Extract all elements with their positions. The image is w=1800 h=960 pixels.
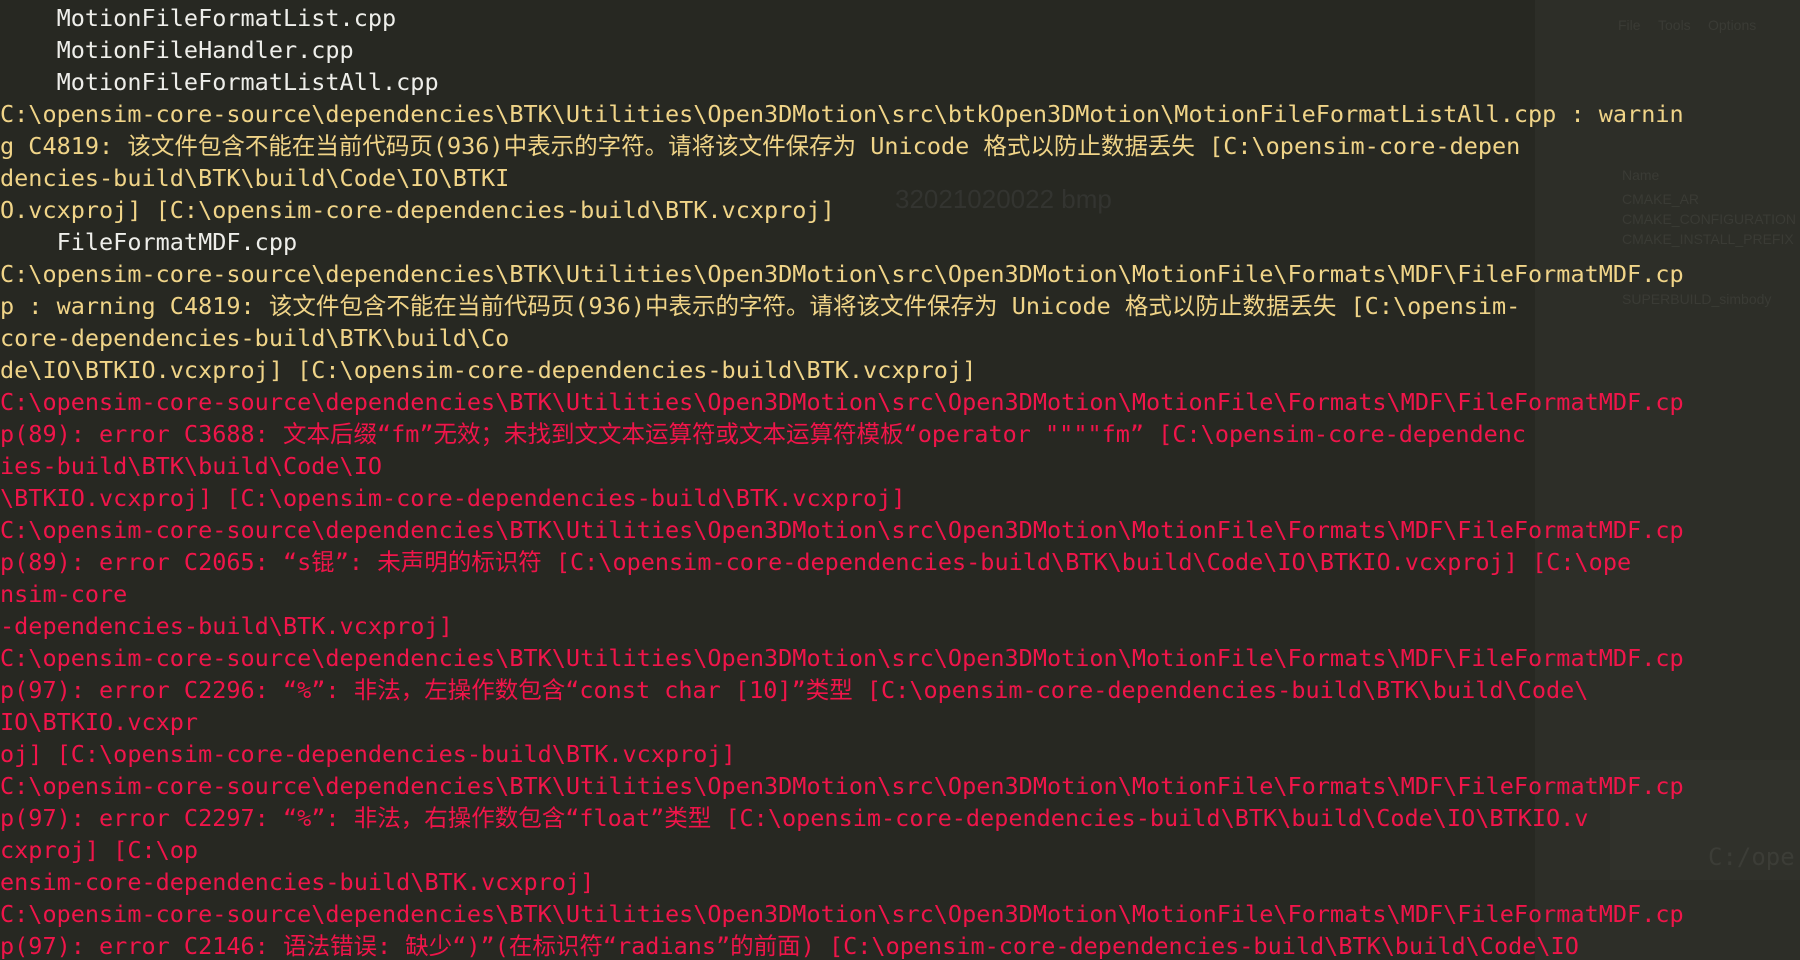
console-error-line: C:\opensim-core-source\dependencies\BTK\… <box>0 516 1684 544</box>
console-error-line: C:\opensim-core-source\dependencies\BTK\… <box>0 900 1684 928</box>
console-warning-line: dencies-build\BTK\build\Code\IO\BTKI <box>0 164 510 192</box>
console-error-line: nsim-core <box>0 580 128 608</box>
console-line: MotionFileFormatListAll.cpp <box>0 68 439 96</box>
console-error-line: p(97): error C2297: “%”: 非法，右操作数包含“float… <box>0 804 1589 832</box>
console-error-line: cxproj] [C:\op <box>0 836 199 864</box>
console-error-line: p(89): error C2065: “s锟”: 未声明的标识符 [C:\op… <box>0 548 1632 576</box>
console-line: MotionFileHandler.cpp <box>0 36 354 64</box>
console-error-line: IO\BTKIO.vcxpr <box>0 708 199 736</box>
console-error-line: \BTKIO.vcxproj] [C:\opensim-core-depende… <box>0 484 906 512</box>
console-line: FileFormatMDF.cpp <box>0 228 298 256</box>
console-warning-line: core-dependencies-build\BTK\build\Co <box>0 324 510 352</box>
console-output: MotionFileFormatList.cpp MotionFileHandl… <box>0 0 1800 960</box>
console-error-line: C:\opensim-core-source\dependencies\BTK\… <box>0 772 1684 800</box>
console-error-line: p(89): error C3688: 文本后缀“fm”无效；未找到文文本运算符… <box>0 420 1527 448</box>
console-error-line: C:\opensim-core-source\dependencies\BTK\… <box>0 388 1684 416</box>
console-error-line: p(97): error C2296: “%”: 非法，左操作数包含“const… <box>0 676 1589 704</box>
console-error-line: p(97): error C2146: 语法错误: 缺少“)”(在标识符“rad… <box>0 932 1579 960</box>
console-warning-line: p : warning C4819: 该文件包含不能在当前代码页(936)中表示… <box>0 292 1521 320</box>
console-warning-line: g C4819: 该文件包含不能在当前代码页(936)中表示的字符。请将该文件保… <box>0 132 1521 160</box>
console-warning-line: C:\opensim-core-source\dependencies\BTK\… <box>0 260 1684 288</box>
console-error-line: C:\opensim-core-source\dependencies\BTK\… <box>0 644 1684 672</box>
console-error-line: ensim-core-dependencies-build\BTK.vcxpro… <box>0 868 595 896</box>
console-warning-line: C:\opensim-core-source\dependencies\BTK\… <box>0 100 1684 128</box>
console-warning-line: de\IO\BTKIO.vcxproj] [C:\opensim-core-de… <box>0 356 977 384</box>
console-error-line: oj] [C:\opensim-core-dependencies-build\… <box>0 740 736 768</box>
console-error-line: ies-build\BTK\build\Code\IO <box>0 452 383 480</box>
console-error-line: -dependencies-build\BTK.vcxproj] <box>0 612 453 640</box>
console-warning-line: O.vcxproj] [C:\opensim-core-dependencies… <box>0 196 835 224</box>
console-line: MotionFileFormatList.cpp <box>0 4 397 32</box>
